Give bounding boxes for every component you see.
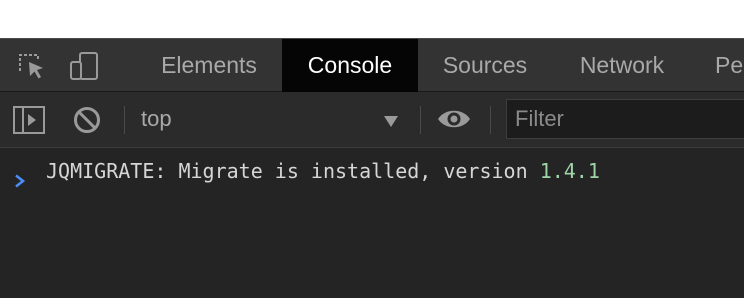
page-top-area bbox=[0, 0, 744, 38]
toolbar-divider bbox=[420, 106, 421, 134]
tab-elements[interactable]: Elements bbox=[146, 39, 272, 92]
tab-sources[interactable]: Sources bbox=[426, 39, 544, 92]
console-messages: JQMIGRATE: Migrate is installed, version… bbox=[0, 148, 744, 298]
chevron-right-icon bbox=[14, 164, 26, 198]
console-message-text: JQMIGRATE: Migrate is installed, version… bbox=[46, 154, 600, 188]
version-number: 1.4.1 bbox=[539, 159, 600, 183]
show-console-sidebar-icon[interactable] bbox=[13, 106, 45, 139]
live-expression-eye-icon[interactable] bbox=[437, 107, 471, 136]
toolbar-divider bbox=[490, 106, 491, 134]
tab-network[interactable]: Network bbox=[562, 39, 682, 92]
devtools-tabbar: Elements Console Sources Network Pe bbox=[0, 38, 744, 92]
console-toolbar: top bbox=[0, 92, 744, 148]
device-toolbar-icon[interactable] bbox=[68, 51, 98, 81]
toolbar-divider bbox=[124, 106, 125, 134]
devtools-panel: Elements Console Sources Network Pe top bbox=[0, 38, 744, 298]
filter-input[interactable] bbox=[506, 99, 744, 139]
tab-console[interactable]: Console bbox=[282, 39, 418, 92]
inspect-element-icon[interactable] bbox=[16, 51, 46, 81]
tab-performance[interactable]: Pe bbox=[715, 39, 744, 92]
context-selector[interactable]: top bbox=[141, 106, 172, 132]
message-text: JQMIGRATE: Migrate is installed, version bbox=[46, 159, 540, 183]
console-message: JQMIGRATE: Migrate is installed, version… bbox=[0, 154, 744, 188]
clear-console-icon[interactable] bbox=[72, 105, 102, 140]
chevron-down-icon[interactable] bbox=[384, 116, 398, 127]
